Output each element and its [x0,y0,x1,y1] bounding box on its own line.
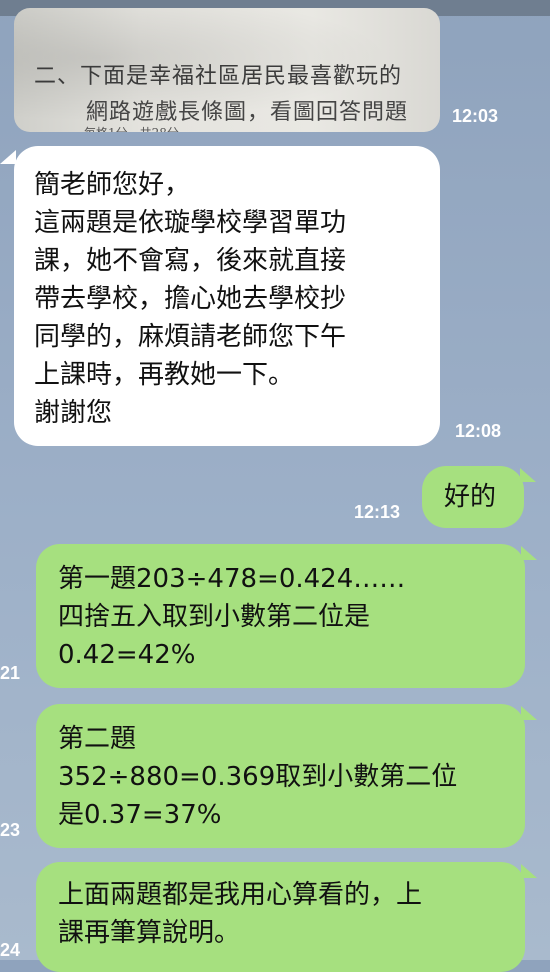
bubble-tail [0,150,16,164]
bubble-tail [521,546,537,560]
message-text: 上面兩題都是我用心算看的，上 課再筆算說明。 [58,880,423,948]
outgoing-message-bubble[interactable]: 好的 [422,466,524,528]
message-timestamp: 23 [0,820,21,840]
bubble-tail [521,864,537,878]
outgoing-message-bubble[interactable]: 第二題 352÷880=0.369取到小數第二位 是0.37=37% [36,704,525,848]
photo-text-line-3: 每格1分，共28分 [84,124,284,132]
message-text: 第二題 352÷880=0.369取到小數第二位 是0.37=37% [58,724,458,830]
photo-text-line-2: 網路遊戲長條圖，看圖回答問題 [86,100,409,125]
photo-message[interactable]: 二、下面是幸福社區居民最喜歡玩的 網路遊戲長條圖，看圖回答問題 每格1分，共28… [14,8,440,132]
message-text: 簡老師您好， 這兩題是依璇學校學習單功 課，她不會寫，後來就直接 帶去學校，擔心… [34,170,347,428]
message-text: 好的 [444,482,497,512]
message-timestamp: 12:03 [452,106,499,126]
message-text: 第一題203÷478=0.424…… 四捨五入取到小數第二位是 0.42=42% [58,564,406,670]
message-timestamp: 12:13 [354,502,401,522]
message-timestamp: 12:08 [455,421,502,441]
bubble-tail [521,706,537,720]
photo-text-line-1: 二、下面是幸福社區居民最喜歡玩的 [34,64,403,89]
outgoing-message-bubble[interactable]: 第一題203÷478=0.424…… 四捨五入取到小數第二位是 0.42=42% [36,544,525,688]
message-timestamp: 21 [0,663,21,683]
outgoing-message-bubble[interactable]: 上面兩題都是我用心算看的，上 課再筆算說明。 [36,862,525,972]
bubble-tail [520,468,536,482]
message-timestamp: 24 [0,940,21,960]
incoming-message-bubble[interactable]: 簡老師您好， 這兩題是依璇學校學習單功 課，她不會寫，後來就直接 帶去學校，擔心… [14,146,440,446]
